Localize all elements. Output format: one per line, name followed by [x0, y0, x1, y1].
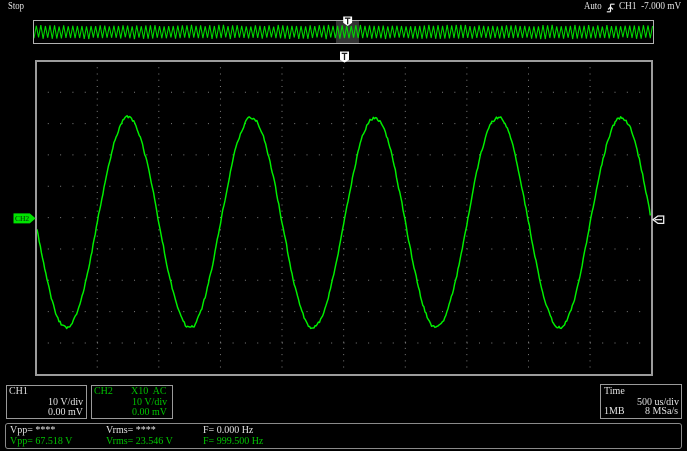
svg-text:CH2: CH2	[15, 214, 29, 223]
